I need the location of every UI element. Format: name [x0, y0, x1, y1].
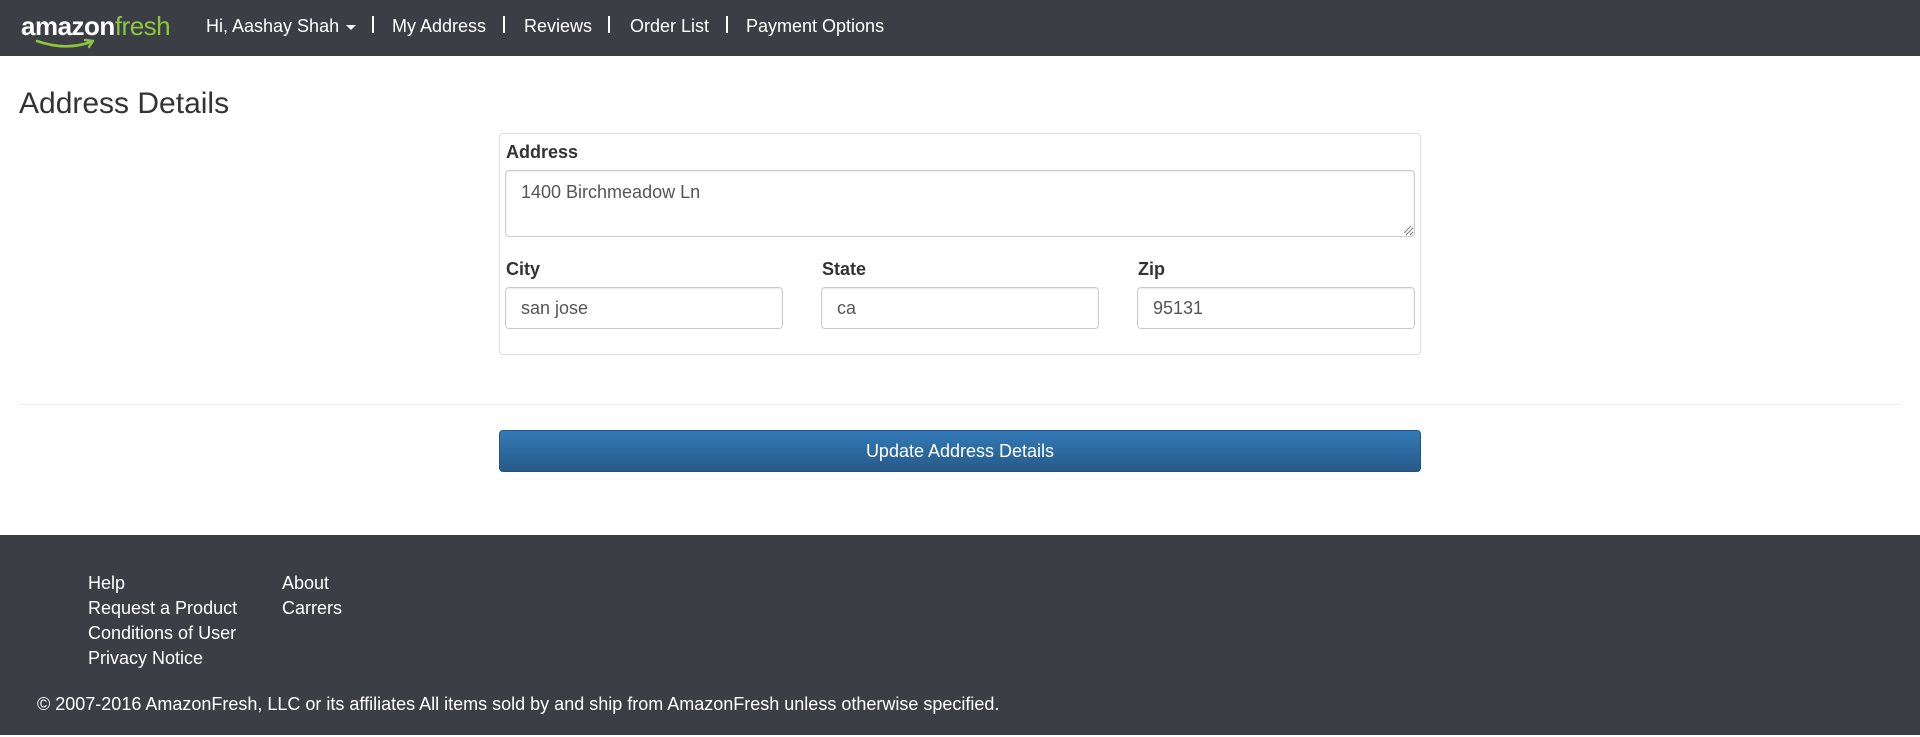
address-form-panel: Address 1400 Birchmeadow Ln City State Z…: [499, 133, 1421, 355]
footer-link-privacy-notice[interactable]: Privacy Notice: [88, 648, 203, 668]
nav-separator: [608, 16, 610, 33]
nav-link-my-address[interactable]: My Address: [392, 0, 486, 56]
state-label: State: [822, 259, 867, 279]
caret-down-icon: [346, 24, 357, 30]
footer-link-help[interactable]: Help: [88, 573, 125, 593]
zip-input[interactable]: [1137, 287, 1415, 329]
address-textarea[interactable]: 1400 Birchmeadow Ln: [505, 170, 1415, 237]
nav-separator: [503, 16, 505, 33]
nav-link-payment-options[interactable]: Payment Options: [746, 0, 884, 56]
nav-link-reviews[interactable]: Reviews: [524, 0, 592, 56]
top-navbar: amazonfresh Hi, Aashay Shah My Address R…: [0, 0, 1920, 56]
state-input[interactable]: [821, 287, 1099, 329]
nav-link-order-list[interactable]: Order List: [630, 0, 709, 56]
footer-links-col-2: About Carrers: [282, 571, 342, 621]
logo-word-amazon: amazon: [21, 11, 115, 41]
footer-links-col-1: Help Request a Product Conditions of Use…: [88, 571, 237, 671]
user-menu-label: Hi, Aashay Shah: [206, 16, 340, 36]
address-label: Address: [506, 142, 579, 162]
footer-link-request-product[interactable]: Request a Product: [88, 598, 237, 618]
footer-link-conditions-of-use[interactable]: Conditions of User: [88, 623, 236, 643]
logo-word-fresh: fresh: [114, 11, 171, 41]
footer-link-about[interactable]: About: [282, 573, 329, 593]
copyright-notice: © 2007-2016 AmazonFresh, LLC or its affi…: [37, 694, 1000, 714]
section-divider: [19, 404, 1901, 405]
zip-label: Zip: [1138, 259, 1165, 279]
address-field-wrapper: 1400 Birchmeadow Ln: [505, 170, 1415, 237]
nav-separator: [726, 16, 728, 33]
nav-separator: [372, 16, 374, 33]
footer-link-careers[interactable]: Carrers: [282, 598, 342, 618]
city-input[interactable]: [505, 287, 783, 329]
city-label: City: [506, 259, 541, 279]
update-address-button[interactable]: Update Address Details: [499, 430, 1421, 472]
site-footer: Help Request a Product Conditions of Use…: [0, 535, 1920, 735]
user-menu-dropdown[interactable]: Hi, Aashay Shah: [206, 0, 357, 56]
smile-arrow-icon: [35, 38, 95, 49]
amazonfresh-logo[interactable]: amazonfresh: [21, 11, 176, 49]
page-title: Address Details: [19, 87, 230, 120]
